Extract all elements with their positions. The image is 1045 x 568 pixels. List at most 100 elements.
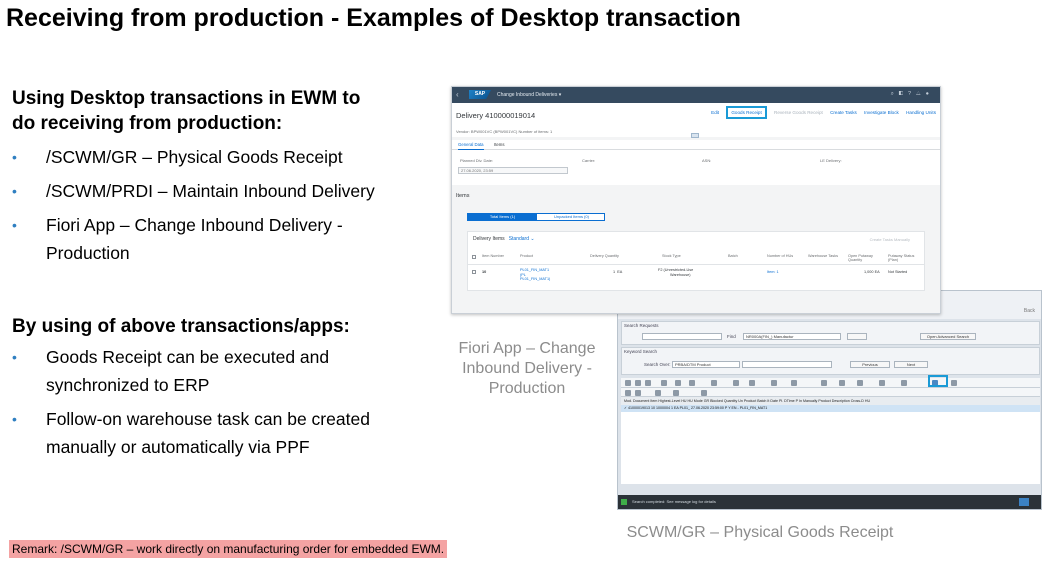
delivery-items-label: Delivery Items <box>473 236 505 242</box>
gr-find-button[interactable] <box>847 333 867 340</box>
fiori-object-header: Delivery 410000019014 Edit Goods Receipt… <box>452 103 940 137</box>
gr-status-text: Search completed: See message log for de… <box>632 499 716 504</box>
gr-search-over-label: Search Over: <box>644 362 671 367</box>
help-icon[interactable]: ? <box>908 91 916 97</box>
fiori-back-icon[interactable]: ‹ <box>456 89 459 101</box>
gr-toolbar-select-icon[interactable] <box>749 380 755 386</box>
gr-toolbar-create-icon[interactable] <box>661 380 667 386</box>
gr-keyword-field[interactable] <box>742 361 832 368</box>
caption-fiori-line1: Fiori App – Change <box>458 340 596 357</box>
gr-toolbar-edit-icon[interactable] <box>645 380 651 386</box>
col-product[interactable]: Product <box>520 254 533 258</box>
cell-qty-uom: EA <box>617 270 623 274</box>
delivery-items-table-title: Delivery Items Standard ⌄ <box>473 236 535 242</box>
gr-toolbar-refresh-icon[interactable] <box>635 380 641 386</box>
gr-toolbar-delete-icon[interactable] <box>689 380 695 386</box>
cell-stock-type-line1: F2 (Unrestricted-Use <box>658 268 694 272</box>
fiori-shell-icons: ⌕◧?△● <box>891 91 934 98</box>
edit-button[interactable]: Edit <box>711 110 719 115</box>
investigate-block-button[interactable]: Investigate Block <box>864 110 899 115</box>
gr-toolbar-check-icon[interactable] <box>733 380 739 386</box>
search-icon[interactable]: ⌕ <box>891 91 899 97</box>
tab-items[interactable]: Items <box>494 142 505 147</box>
gr-toolbar-copy-icon[interactable] <box>675 380 681 386</box>
col-item-number[interactable]: Item Number <box>482 254 504 258</box>
cell-product-line3: PL01_FIN_MAT1) <box>520 277 551 282</box>
cell-qty-value: 1 <box>613 270 616 274</box>
gr-toolbar-export-icon[interactable] <box>879 380 885 386</box>
bullet-follow-on: Follow-on warehouse task can be created <box>12 405 370 433</box>
gr-previous-button[interactable]: Previous <box>850 361 890 368</box>
col-number-of-hus[interactable]: Number of HUs <box>767 254 793 258</box>
gr-open-advanced-search[interactable]: Open Advanced Search <box>920 333 976 340</box>
gr-find-field[interactable]: NR000A(FIN_) Manufactur <box>743 333 841 340</box>
gr-toolbar-hu-icon[interactable] <box>771 380 777 386</box>
segment-total-items[interactable]: Total Items (1) <box>468 214 537 220</box>
planned-date-field[interactable]: 27.06.2020, 23:59 <box>458 167 568 174</box>
gr-toolbar-more-icon[interactable] <box>951 380 957 386</box>
bell-icon[interactable]: △ <box>916 91 926 97</box>
gr-find-label: Find <box>727 334 736 339</box>
gr-toolbar-find-icon[interactable] <box>791 380 797 386</box>
gr-grid-body <box>621 412 1040 484</box>
gr-toolbar-sum-icon[interactable] <box>857 380 863 386</box>
gr-search-requests-label: Search Requests <box>624 323 659 328</box>
gr-toolbar2-icon-5[interactable] <box>701 390 707 396</box>
gr-doc-type-select[interactable] <box>642 333 722 340</box>
create-tasks-manually-button[interactable]: Create Tasks Manually <box>870 237 910 242</box>
row-checkbox[interactable] <box>472 270 476 274</box>
variant-selector[interactable]: Standard ⌄ <box>509 236 535 242</box>
gr-toolbar2-icon-4[interactable] <box>673 390 679 396</box>
col-stock-type[interactable]: Stock Type <box>662 254 681 258</box>
gr-toolbar2-icon-3[interactable] <box>655 390 661 396</box>
col-putaway-status[interactable]: Putaway Status (Plan) <box>888 254 922 263</box>
create-tasks-button[interactable]: Create Tasks <box>830 110 857 115</box>
gr-grid-row-1[interactable]: ✓ 41000019013 10 1000004 1 EA PL01_ 27.0… <box>621 405 1040 412</box>
bullet-scwm-gr: /SCWM/GR – Physical Goods Receipt <box>12 143 375 177</box>
cell-product[interactable]: PL01_FIN_MAT1 (PL PL01_FIN_MAT1) <box>520 268 550 282</box>
general-data-section: Planned Dlv. Date: 27.06.2020, 23:59 Car… <box>452 150 940 185</box>
goods-receipt-button[interactable]: Goods Receipt <box>726 106 767 119</box>
asn-label: ASN: <box>702 158 712 163</box>
gr-status-action-button[interactable] <box>1019 498 1029 506</box>
user-icon[interactable]: ● <box>926 91 934 97</box>
caption-scwm-gr: SCWM/GR – Physical Goods Receipt <box>626 524 894 541</box>
fiori-app-title-menu[interactable]: Change Inbound Deliveries ▾ <box>497 91 561 99</box>
bullet-fiori-app-cont: Production <box>12 239 375 267</box>
cell-open-qty-value: 1,000 <box>864 270 874 274</box>
bullet-fiori-app-cont-text: Production <box>46 243 130 263</box>
cell-stock-type-line2: Warehouse) <box>670 272 691 277</box>
section1-heading-line2: do receiving from production: <box>12 113 283 134</box>
gr-back-button[interactable]: Back <box>1024 308 1035 314</box>
vendor-info: Vendor: BPW001VC (BPW001VC) Number of it… <box>456 129 553 134</box>
col-warehouse-tasks[interactable]: Warehouse Tasks <box>808 254 838 258</box>
segment-unpacked-items[interactable]: Unpacked Items (0) <box>537 214 606 220</box>
gr-toolbar-filter-icon[interactable] <box>839 380 845 386</box>
gr-toolbar-sort-icon[interactable] <box>821 380 827 386</box>
screenshot-fiori-change-inbound-delivery: ‹ SAP Change Inbound Deliveries ▾ ⌕◧?△● … <box>451 86 941 314</box>
notification-icon[interactable]: ◧ <box>899 91 908 97</box>
gr-toolbar2-icon-2[interactable] <box>635 390 641 396</box>
gr-next-button[interactable]: Next <box>894 361 928 368</box>
le-delivery-label: LE Delivery: <box>820 158 842 163</box>
cell-open-qty-uom: EA <box>874 270 880 274</box>
sap-logo[interactable]: SAP <box>469 90 491 99</box>
gr-toolbar2-icon-1[interactable] <box>625 390 631 396</box>
col-batch[interactable]: Batch <box>728 254 738 258</box>
gr-toolbar-detail-icon[interactable] <box>625 380 631 386</box>
gr-toolbar-print-icon[interactable] <box>711 380 717 386</box>
select-all-checkbox[interactable] <box>472 255 476 259</box>
gr-toolbar-layout-icon[interactable] <box>901 380 907 386</box>
gr-search-over-select[interactable]: PRBA/DTM Product <box>672 361 740 368</box>
reverse-goods-receipt-button[interactable]: Reverse Goods Receipt <box>774 110 823 115</box>
caption-fiori-line2: Inbound Delivery - <box>462 360 592 377</box>
caption-fiori-line3: Production <box>488 380 566 397</box>
planned-date-label: Planned Dlv. Date: <box>460 158 494 163</box>
handling-units-button[interactable]: Handling Units <box>906 110 936 115</box>
tab-general-data[interactable]: General Data <box>458 142 484 150</box>
header-collapse-button[interactable] <box>691 133 699 138</box>
col-open-putaway-quantity[interactable]: Open Putaway Quantity <box>848 254 886 263</box>
col-delivery-quantity[interactable]: Delivery Quantity <box>590 254 619 258</box>
cell-number-of-hus[interactable]: Item: 1 <box>767 270 779 275</box>
bullet-fiori-app: Fiori App – Change Inbound Delivery - <box>12 211 375 239</box>
